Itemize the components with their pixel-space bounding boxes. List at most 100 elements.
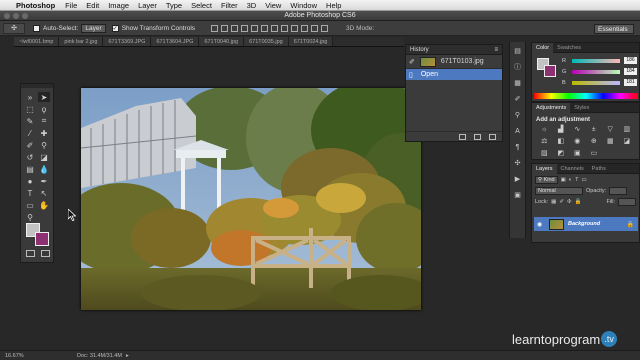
distribute-center-icon[interactable] [311, 24, 319, 32]
distribute-right-icon[interactable] [321, 24, 329, 32]
create-snapshot-icon[interactable] [474, 133, 481, 140]
navigator-panel-icon[interactable]: ▣ [513, 192, 522, 200]
levels-icon[interactable]: ▟ [554, 126, 569, 134]
tab-swatches[interactable]: Swatches [553, 43, 585, 53]
quick-selection-tool-icon[interactable]: ✎ [24, 116, 36, 126]
visibility-eye-icon[interactable]: ◉ [537, 221, 545, 228]
status-menu-arrow-icon[interactable]: ▸ [126, 353, 129, 359]
blue-value-field[interactable]: 181 [624, 79, 637, 86]
type-tool-icon[interactable]: T [24, 188, 36, 198]
doc-tab[interactable]: 671T3604.JPG [151, 37, 200, 46]
curves-icon[interactable]: ∿ [570, 126, 585, 134]
tab-layers[interactable]: Layers [532, 163, 557, 174]
threshold-icon[interactable]: ◩ [554, 150, 569, 158]
clone-stamp-tool-icon[interactable]: ⚲ [38, 140, 50, 150]
posterize-icon[interactable]: ▨ [537, 150, 552, 158]
lock-position-icon[interactable]: ✣ [567, 199, 572, 205]
lasso-tool-icon[interactable]: ϙ [38, 104, 50, 114]
layer-kind-filter[interactable]: ⚲ Kind [535, 175, 558, 184]
blue-slider[interactable] [572, 80, 620, 85]
paragraph-panel-icon[interactable]: ¶ [513, 144, 522, 152]
menu-help[interactable]: Help [326, 1, 341, 10]
filter-adjustment-icon[interactable]: ◐ [569, 177, 572, 183]
filter-shape-icon[interactable]: ▭ [581, 177, 586, 183]
quick-mask-icon[interactable] [26, 250, 35, 257]
minimize-window-button[interactable] [13, 13, 19, 19]
menu-view[interactable]: View [265, 1, 281, 10]
lock-transparent-icon[interactable]: ▦ [551, 199, 556, 205]
invert-icon[interactable]: ◪ [620, 138, 635, 146]
color-lookup-icon[interactable]: ▦ [603, 138, 618, 146]
history-state-selected[interactable]: ▯ Open [406, 69, 502, 80]
screen-mode-icon[interactable] [41, 250, 50, 257]
doc-tab[interactable]: ~lwf0001.bmp [14, 37, 60, 46]
actions-panel-icon[interactable]: ▶ [513, 176, 522, 184]
close-window-button[interactable] [4, 13, 10, 19]
menu-filter[interactable]: Filter [221, 1, 238, 10]
opacity-field[interactable] [609, 186, 628, 195]
info-panel-icon[interactable]: ⓘ [513, 64, 522, 72]
black-white-icon[interactable]: ◧ [554, 138, 569, 146]
eraser-tool-icon[interactable]: ◪ [38, 152, 50, 162]
photo-filter-icon[interactable]: ◉ [570, 138, 585, 146]
lock-image-icon[interactable]: ✐ [559, 199, 564, 205]
exposure-icon[interactable]: ± [587, 126, 602, 134]
pen-tool-icon[interactable]: ✒ [38, 176, 50, 186]
clone-source-icon[interactable]: ⚲ [513, 112, 522, 120]
menu-select[interactable]: Select [191, 1, 212, 10]
menu-edit[interactable]: Edit [86, 1, 99, 10]
color-panel-background-swatch[interactable] [544, 65, 556, 77]
filter-pixel-icon[interactable]: ▣ [561, 177, 566, 183]
path-selection-tool-icon[interactable]: ↖ [38, 188, 50, 198]
gradient-map-icon[interactable]: ▭ [587, 150, 602, 158]
dodge-tool-icon[interactable]: ● [24, 176, 36, 186]
rectangle-tool-icon[interactable]: ▭ [24, 200, 36, 210]
menu-layer[interactable]: Layer [138, 1, 157, 10]
delete-state-icon[interactable] [489, 133, 496, 140]
tab-styles[interactable]: Styles [570, 103, 593, 113]
doc-tab[interactable]: 671T0035.jpg [244, 37, 289, 46]
distribute-left-icon[interactable] [301, 24, 309, 32]
tab-channels[interactable]: Channels [557, 164, 588, 174]
zoom-tool-icon[interactable]: ⚲ [24, 212, 36, 222]
hand-tool-icon[interactable]: ✋ [38, 200, 50, 210]
history-brush-tool-icon[interactable]: ↺ [24, 152, 36, 162]
document-size-info[interactable]: Doc: 31.4M/31.4M [77, 353, 122, 359]
tool-preset-picker[interactable]: ✣ [3, 22, 25, 34]
zoom-level-field[interactable]: 16.67% [5, 353, 37, 359]
color-spectrum-ramp[interactable] [534, 93, 638, 99]
green-value-field[interactable]: 184 [624, 68, 637, 75]
color-balance-icon[interactable]: ⚖ [537, 138, 552, 146]
menu-image[interactable]: Image [108, 1, 129, 10]
align-center-icon[interactable] [251, 24, 259, 32]
history-panel-icon[interactable]: ▤ [513, 48, 522, 56]
tab-paths[interactable]: Paths [588, 164, 610, 174]
red-value-field[interactable]: 186 [624, 57, 637, 64]
selective-color-icon[interactable]: ▣ [570, 150, 585, 158]
history-brush-source-icon[interactable]: ✐ [409, 58, 415, 66]
menu-3d[interactable]: 3D [247, 1, 257, 10]
align-right-icon[interactable] [261, 24, 269, 32]
crop-tool-icon[interactable]: ⌗ [38, 116, 50, 126]
doc-tab[interactable]: 671T3369.JPG [103, 37, 152, 46]
channel-mixer-icon[interactable]: ⊕ [587, 138, 602, 146]
doc-tab[interactable]: 671T0024.jpg [288, 37, 334, 46]
align-top-icon[interactable] [211, 24, 219, 32]
distribute-middle-icon[interactable] [281, 24, 289, 32]
menu-file[interactable]: File [65, 1, 77, 10]
tab-adjustments[interactable]: Adjustments [532, 102, 571, 113]
distribute-top-icon[interactable] [271, 24, 279, 32]
blur-tool-icon[interactable]: 💧 [38, 164, 50, 174]
menu-type[interactable]: Type [166, 1, 182, 10]
gradient-tool-icon[interactable]: ▤ [24, 164, 36, 174]
app-menu[interactable]: Photoshop [16, 1, 55, 10]
tool-presets-icon[interactable]: ✣ [513, 160, 522, 168]
history-snapshot[interactable]: ✐ 671T0103.jpg [406, 55, 502, 69]
brush-tool-icon[interactable]: ✐ [24, 140, 36, 150]
hue-saturation-icon[interactable]: ▥ [620, 126, 635, 134]
red-slider[interactable] [572, 58, 620, 63]
marquee-tool-icon[interactable]: ⬚ [24, 104, 36, 114]
align-left-icon[interactable] [241, 24, 249, 32]
distribute-bottom-icon[interactable] [291, 24, 299, 32]
tab-color[interactable]: Color [532, 42, 554, 53]
